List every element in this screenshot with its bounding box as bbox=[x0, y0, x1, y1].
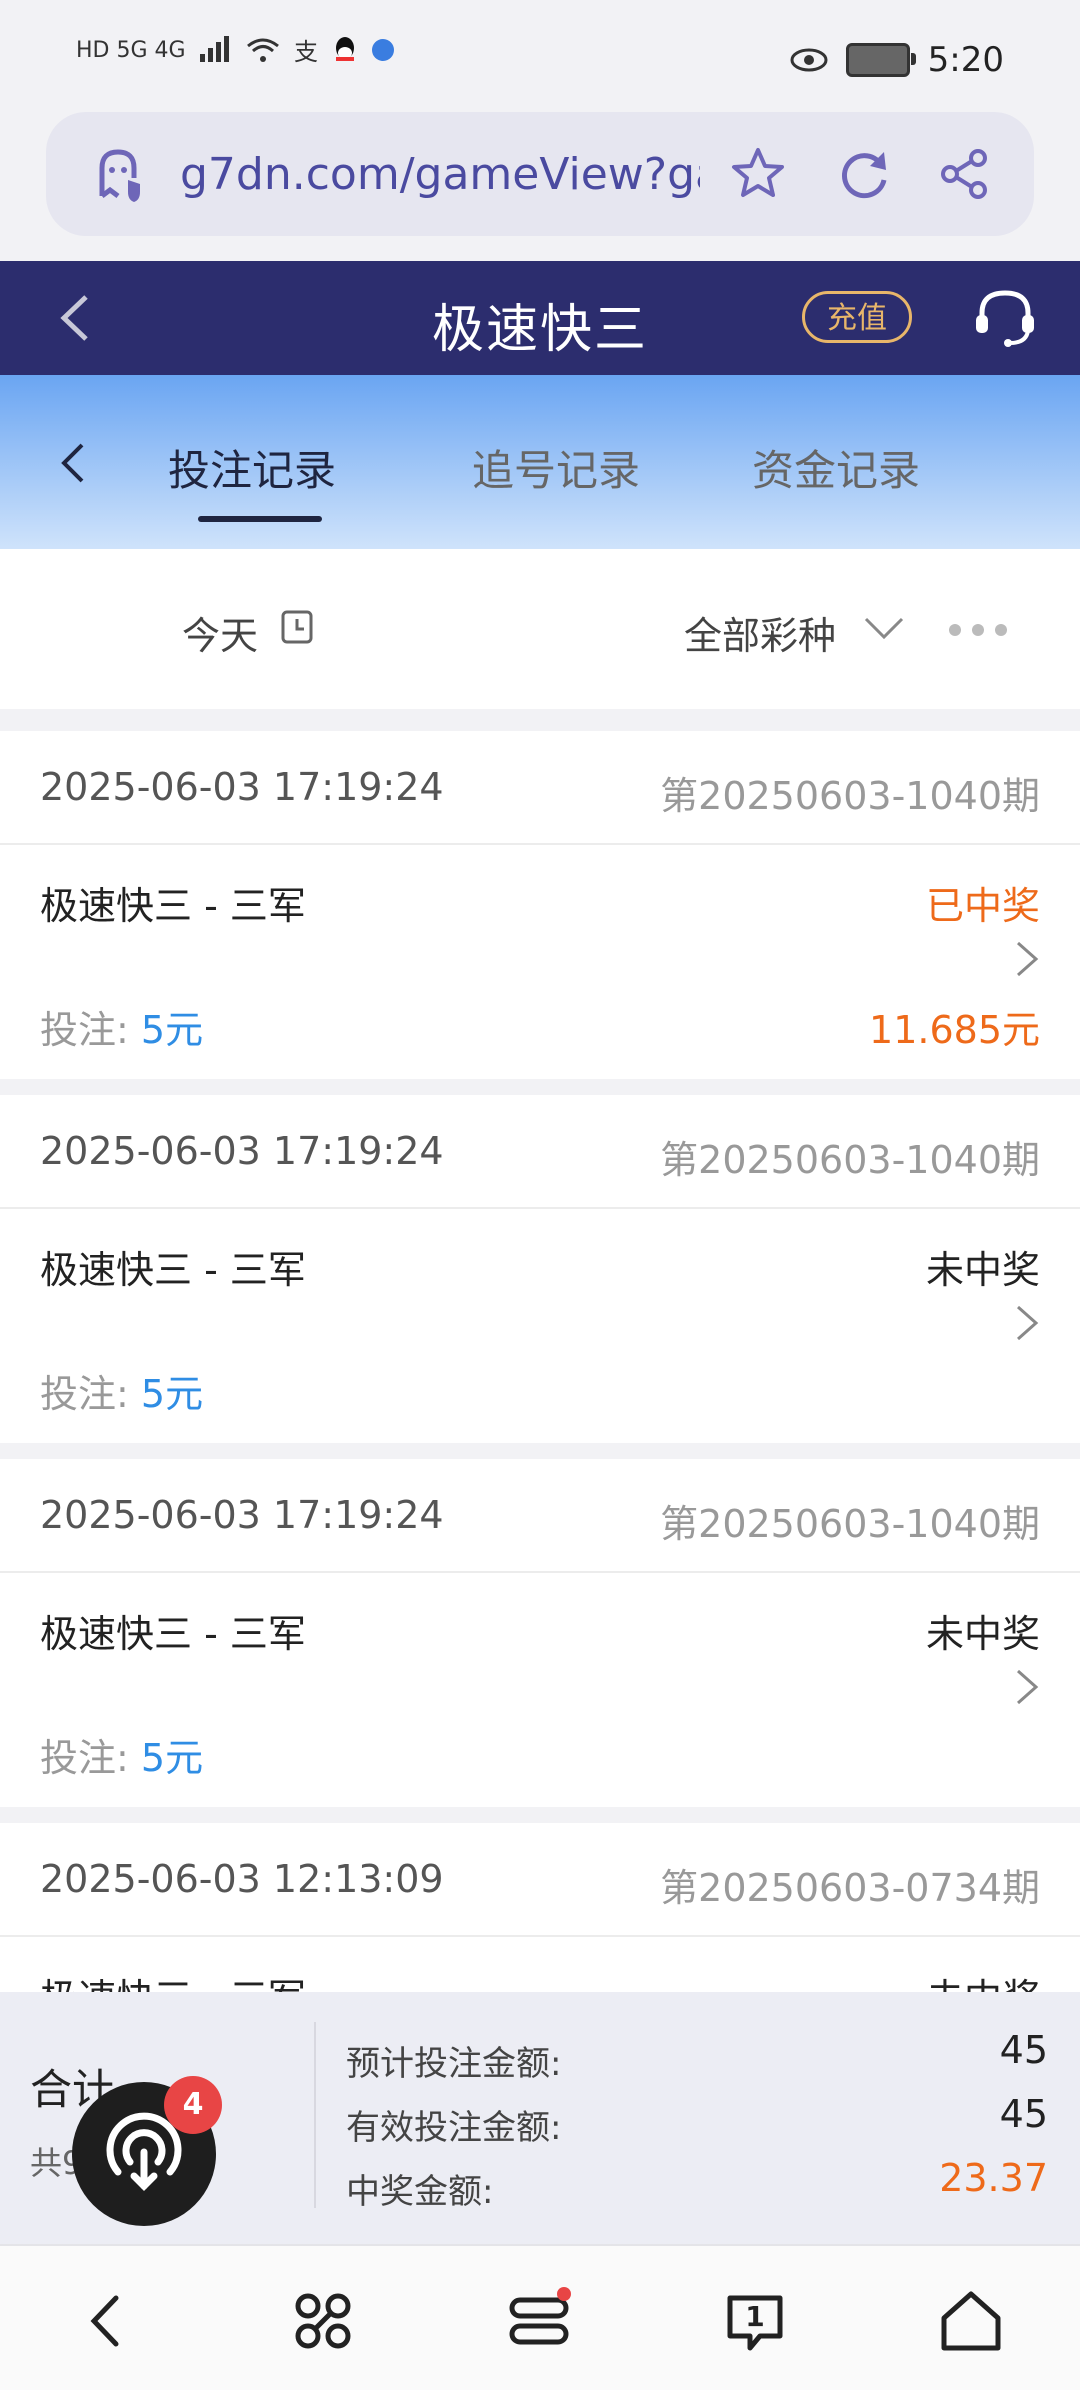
tab-bet-records[interactable]: 投注记录 bbox=[168, 437, 336, 498]
alipay-icon: 支 bbox=[294, 38, 318, 64]
record-game: 极速快三 - 三军 bbox=[40, 884, 306, 928]
record-period: 第20250603-1040期 bbox=[660, 1138, 1040, 1182]
record-game: 极速快三 - 三军 bbox=[40, 1248, 306, 1292]
summary-effective-label: 有效投注金额: bbox=[346, 2108, 562, 2148]
status-icons-right: 5:20 bbox=[790, 40, 1004, 80]
record-body: 极速快三 - 三军 已中奖 投注: 5元 11.685元 bbox=[0, 845, 1080, 1079]
record-time: 2025-06-03 17:19:24 bbox=[40, 1493, 444, 1537]
clock: 5:20 bbox=[927, 40, 1004, 80]
summary-expected-label: 预计投注金额: bbox=[346, 2044, 562, 2084]
record-status: 未中奖 bbox=[926, 1967, 1040, 1992]
record-stake: 投注: 5元 bbox=[40, 999, 203, 1054]
browser-app-icon bbox=[371, 39, 394, 61]
chevron-right-icon[interactable] bbox=[1014, 1667, 1040, 1707]
summary-effective-value: 45 bbox=[999, 2092, 1048, 2136]
back-nav-icon[interactable] bbox=[72, 2286, 142, 2356]
record-stake: 投注: 5元 bbox=[40, 1363, 203, 1418]
divider bbox=[314, 2022, 316, 2208]
chevron-right-icon[interactable] bbox=[1014, 1303, 1040, 1343]
tab-chase-records[interactable]: 追号记录 bbox=[472, 437, 640, 498]
bet-record-card[interactable]: 2025-06-03 17:19:24 第20250603-1040期 极速快三… bbox=[0, 1459, 1080, 1807]
record-status: 未中奖 bbox=[925, 1248, 1040, 1292]
record-period: 第20250603-0734期 bbox=[660, 1866, 1040, 1910]
url-text[interactable]: g7dn.com/gameView?ga bbox=[180, 149, 700, 200]
tab-back-icon[interactable] bbox=[58, 441, 88, 485]
summary-prize-label: 中奖金额: bbox=[346, 2172, 494, 2212]
record-status: 未中奖 bbox=[925, 1612, 1040, 1656]
record-body: 极速快三 - 三军 未中奖 投注: 5元 bbox=[0, 1209, 1080, 1443]
stake-label: 投注: bbox=[40, 1736, 129, 1780]
chevron-down-icon[interactable] bbox=[862, 615, 906, 641]
status-bar: HD 5G 4G 支 5:20 bbox=[0, 0, 1080, 110]
bottom-nav: 1 bbox=[0, 2244, 1080, 2390]
summary-expected-value: 45 bbox=[999, 2028, 1048, 2072]
stake-amount: 5元 bbox=[140, 1372, 204, 1416]
chevron-right-icon[interactable] bbox=[1014, 939, 1040, 979]
stake-amount: 5元 bbox=[140, 1736, 204, 1780]
record-header: 2025-06-03 17:19:24 第20250603-1040期 bbox=[0, 731, 1080, 845]
tab-count: 1 bbox=[745, 2300, 765, 2333]
record-prize: 11.685元 bbox=[869, 1008, 1040, 1052]
svg-text:支: 支 bbox=[294, 38, 318, 64]
recharge-button[interactable]: 充值 bbox=[802, 291, 912, 343]
stake-amount: 5元 bbox=[140, 1008, 204, 1052]
star-icon[interactable] bbox=[728, 144, 788, 204]
reload-icon[interactable] bbox=[834, 144, 894, 204]
browser-url-bar[interactable]: g7dn.com/gameView?ga bbox=[46, 112, 1034, 236]
record-period: 第20250603-1040期 bbox=[660, 1502, 1040, 1546]
record-game: 极速快三 - 三军 bbox=[40, 1612, 306, 1656]
record-tabs: 投注记录 追号记录 资金记录 bbox=[0, 375, 1080, 549]
record-period: 第20250603-1040期 bbox=[660, 774, 1040, 818]
tabs-button[interactable]: 1 bbox=[720, 2286, 790, 2356]
network-indicator: HD 5G 4G bbox=[76, 37, 186, 63]
bet-record-card[interactable]: 2025-06-03 12:13:09 第20250603-0734期 极速快三… bbox=[0, 1823, 1080, 1992]
active-tab-indicator bbox=[198, 516, 322, 522]
signal-icon bbox=[199, 36, 229, 62]
page-title: 极速快三 bbox=[431, 300, 648, 360]
record-header: 2025-06-03 17:19:24 第20250603-1040期 bbox=[0, 1095, 1080, 1209]
customer-service-icon[interactable] bbox=[970, 283, 1040, 353]
wifi-icon bbox=[246, 38, 279, 62]
record-time: 2025-06-03 12:13:09 bbox=[40, 1857, 444, 1901]
bet-record-card[interactable]: 2025-06-03 17:19:24 第20250603-1040期 极速快三… bbox=[0, 1095, 1080, 1443]
more-icon[interactable] bbox=[948, 623, 1008, 637]
record-body: 极速快三 - 三军 未中奖 bbox=[0, 1937, 1080, 1992]
record-body: 极速快三 - 三军 未中奖 投注: 5元 bbox=[0, 1573, 1080, 1807]
home-icon[interactable] bbox=[936, 2286, 1006, 2356]
eye-icon bbox=[790, 48, 828, 72]
ghost-shield-icon bbox=[99, 149, 140, 202]
record-stake: 投注: 5元 bbox=[40, 1727, 203, 1782]
record-header: 2025-06-03 12:13:09 第20250603-0734期 bbox=[0, 1823, 1080, 1937]
record-time: 2025-06-03 17:19:24 bbox=[40, 765, 444, 809]
summary-prize-value: 23.37 bbox=[939, 2156, 1048, 2200]
share-icon[interactable] bbox=[934, 144, 994, 204]
filter-bar: 今天 全部彩种 bbox=[0, 549, 1080, 709]
record-header: 2025-06-03 17:19:24 第20250603-1040期 bbox=[0, 1459, 1080, 1573]
menu-icon[interactable] bbox=[504, 2286, 574, 2356]
stake-label: 投注: bbox=[40, 1372, 129, 1416]
battery-icon bbox=[845, 43, 916, 77]
record-time: 2025-06-03 17:19:24 bbox=[40, 1129, 444, 1173]
app-header: 极速快三 充值 bbox=[0, 261, 1080, 375]
qq-icon bbox=[335, 37, 354, 61]
record-status: 已中奖 bbox=[925, 884, 1040, 928]
stake-label: 投注: bbox=[40, 1008, 129, 1052]
calendar-icon[interactable] bbox=[280, 609, 314, 645]
bet-record-card[interactable]: 2025-06-03 17:19:24 第20250603-1040期 极速快三… bbox=[0, 731, 1080, 1079]
notification-badge: 4 bbox=[164, 2076, 222, 2134]
lottery-filter[interactable]: 全部彩种 bbox=[684, 605, 836, 660]
tab-fund-records[interactable]: 资金记录 bbox=[752, 437, 920, 498]
date-filter[interactable]: 今天 bbox=[182, 605, 258, 660]
record-game: 极速快三 - 三军 bbox=[40, 1967, 306, 1992]
apps-icon[interactable] bbox=[288, 2286, 358, 2356]
status-icons-left: HD 5G 4G 支 bbox=[76, 36, 396, 64]
